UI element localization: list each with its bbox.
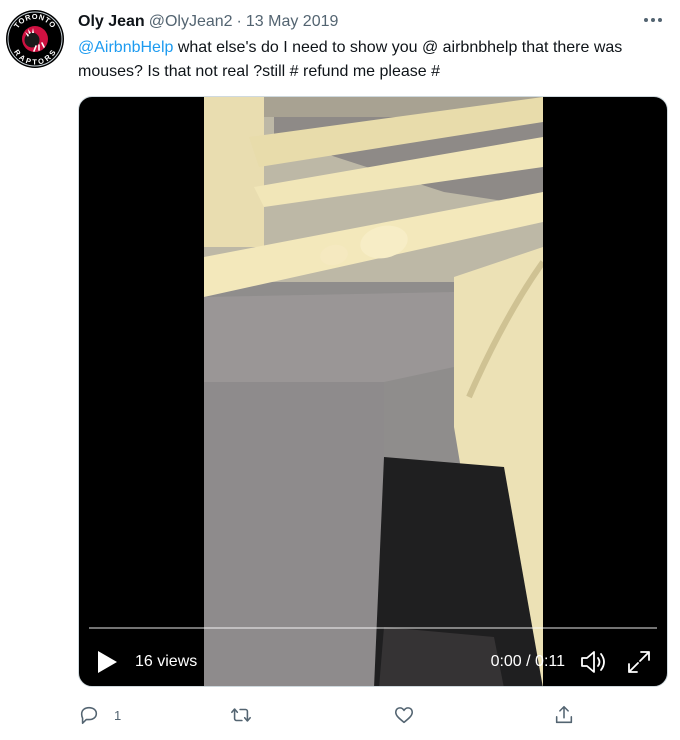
tweet-header: Oly Jean @OlyJean2 · 13 May 2019 [78, 11, 338, 33]
video-controls: 16 views 0:00 / 0:11 [79, 642, 667, 682]
video-player[interactable]: 16 views 0:00 / 0:11 [78, 96, 668, 687]
more-options-button[interactable] [638, 8, 668, 32]
video-thumbnail [204, 97, 543, 686]
reply-button[interactable]: 1 [78, 700, 121, 730]
avatar[interactable]: TORONTO RAPTORS [6, 10, 64, 68]
fullscreen-icon[interactable] [625, 648, 653, 676]
more-icon [644, 18, 662, 22]
retweet-icon [231, 708, 251, 722]
tweet-actions: 1 [78, 700, 668, 730]
play-icon[interactable] [96, 650, 118, 674]
share-button[interactable] [553, 700, 575, 730]
tweet: TORONTO RAPTORS Oly Jean @OlyJean2 · 13 May… [0, 0, 680, 740]
reply-count: 1 [114, 707, 122, 723]
like-button[interactable] [393, 700, 415, 730]
video-progress-bar[interactable] [89, 627, 657, 629]
video-time: 0:00 / 0:11 [490, 653, 565, 670]
tweet-text: @AirbnbHelp what else's do I need to sho… [78, 36, 658, 84]
display-name[interactable]: Oly Jean [78, 13, 145, 30]
retweet-button[interactable] [230, 700, 252, 730]
mention-link[interactable]: @AirbnbHelp [78, 39, 173, 56]
share-icon [555, 705, 573, 724]
volume-icon[interactable] [579, 648, 609, 676]
video-frame [204, 97, 543, 686]
tweet-date[interactable]: 13 May 2019 [246, 13, 339, 30]
user-handle[interactable]: @OlyJean2 [149, 13, 233, 30]
separator: · [236, 13, 242, 30]
view-count: 16 views [135, 653, 198, 670]
reply-icon [80, 706, 98, 725]
heart-icon [394, 707, 414, 724]
raptors-logo-icon: TORONTO RAPTORS [7, 11, 63, 67]
